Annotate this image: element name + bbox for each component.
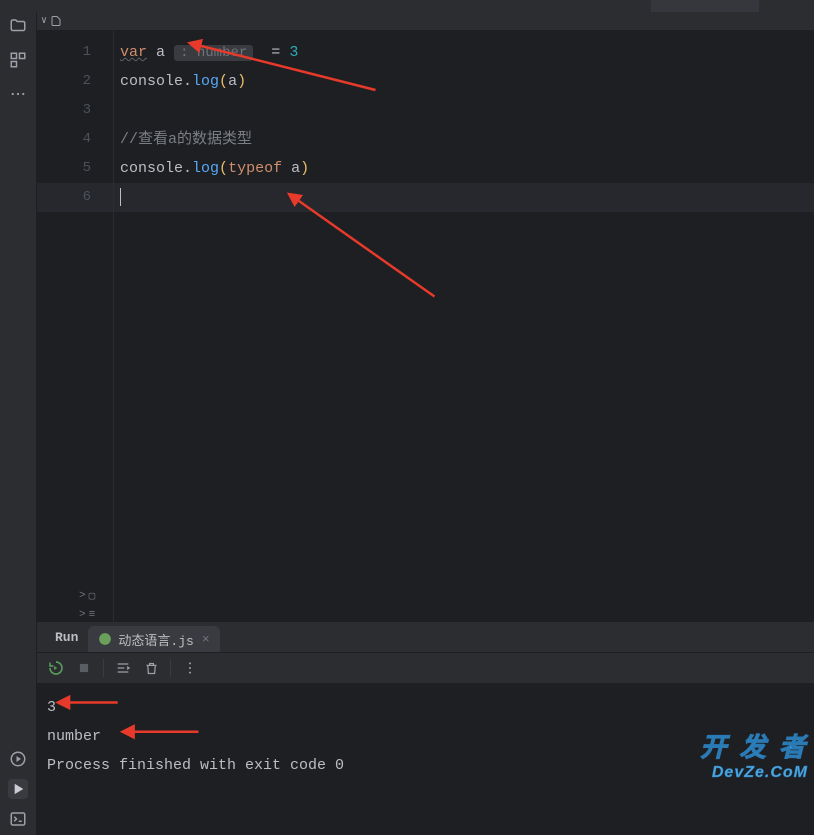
separator <box>103 659 104 677</box>
tab-file-label: 动态语言.js <box>118 630 193 649</box>
text-cursor <box>120 188 121 206</box>
type-hint: : number <box>174 45 253 61</box>
code-line[interactable]: console.log(a) <box>114 67 814 96</box>
code-line[interactable] <box>114 96 814 125</box>
terminal-icon[interactable] <box>8 809 28 829</box>
blocks-icon[interactable] <box>8 50 28 70</box>
layout-button[interactable] <box>114 659 132 677</box>
tab-run[interactable]: Run <box>45 622 88 652</box>
play-outline-icon[interactable] <box>8 749 28 769</box>
line-number: 2 <box>37 67 113 96</box>
top-tab-active[interactable] <box>651 0 759 12</box>
fold-controls: >▢ >≡ <box>77 587 95 621</box>
js-file-icon <box>98 632 112 646</box>
line-number: 3 <box>37 96 113 125</box>
tab-file[interactable]: 动态语言.js × <box>88 626 219 652</box>
bottom-tool-icons <box>0 743 36 835</box>
code-area[interactable]: var a : number = 3 console.log(a) //查看a的… <box>114 31 814 621</box>
more-button[interactable] <box>181 659 199 677</box>
run-panel: Run 动态语言.js × <box>37 621 814 835</box>
folder-icon[interactable] <box>8 16 28 36</box>
code-editor[interactable]: 1 2 3 4 5 6 >▢ >≡ var a : number = 3 con… <box>37 31 814 621</box>
project-breadcrumb[interactable]: ∨ <box>37 12 814 31</box>
separator <box>170 659 171 677</box>
file-icon <box>50 15 62 27</box>
code-line[interactable]: //查看a的数据类型 <box>114 125 814 154</box>
output-line: number <box>47 722 804 751</box>
close-tab-icon[interactable]: × <box>202 632 210 647</box>
trash-button[interactable] <box>142 659 160 677</box>
line-gutter: 1 2 3 4 5 6 >▢ >≡ <box>37 31 114 621</box>
fold-chevron-icon[interactable]: > <box>79 609 86 621</box>
fold-box-icon: ▢ <box>89 589 96 603</box>
output-line: 3 <box>47 693 804 722</box>
chevron-down-icon: ∨ <box>41 15 47 27</box>
stop-button[interactable] <box>75 659 93 677</box>
code-line[interactable]: console.log(typeof a) <box>114 154 814 183</box>
line-number: 4 <box>37 125 113 154</box>
code-line-current[interactable] <box>114 183 814 212</box>
panel-tabs: Run 动态语言.js × <box>37 622 814 652</box>
line-number: 5 <box>37 154 113 183</box>
top-tabs-bar <box>0 0 814 12</box>
line-number: 6 <box>37 183 113 212</box>
rerun-button[interactable] <box>47 659 65 677</box>
panel-toolbar <box>37 652 814 683</box>
more-horizontal-icon[interactable] <box>8 84 28 104</box>
code-line[interactable]: var a : number = 3 <box>114 38 814 67</box>
play-box-icon[interactable] <box>8 779 28 799</box>
console-output[interactable]: 3 number Process finished with exit code… <box>37 683 814 835</box>
tool-sidebar <box>0 12 37 835</box>
fold-chevron-icon[interactable]: > <box>79 590 86 602</box>
line-number: 1 <box>37 38 113 67</box>
output-line: Process finished with exit code 0 <box>47 751 804 780</box>
fold-list-icon: ≡ <box>89 609 96 621</box>
